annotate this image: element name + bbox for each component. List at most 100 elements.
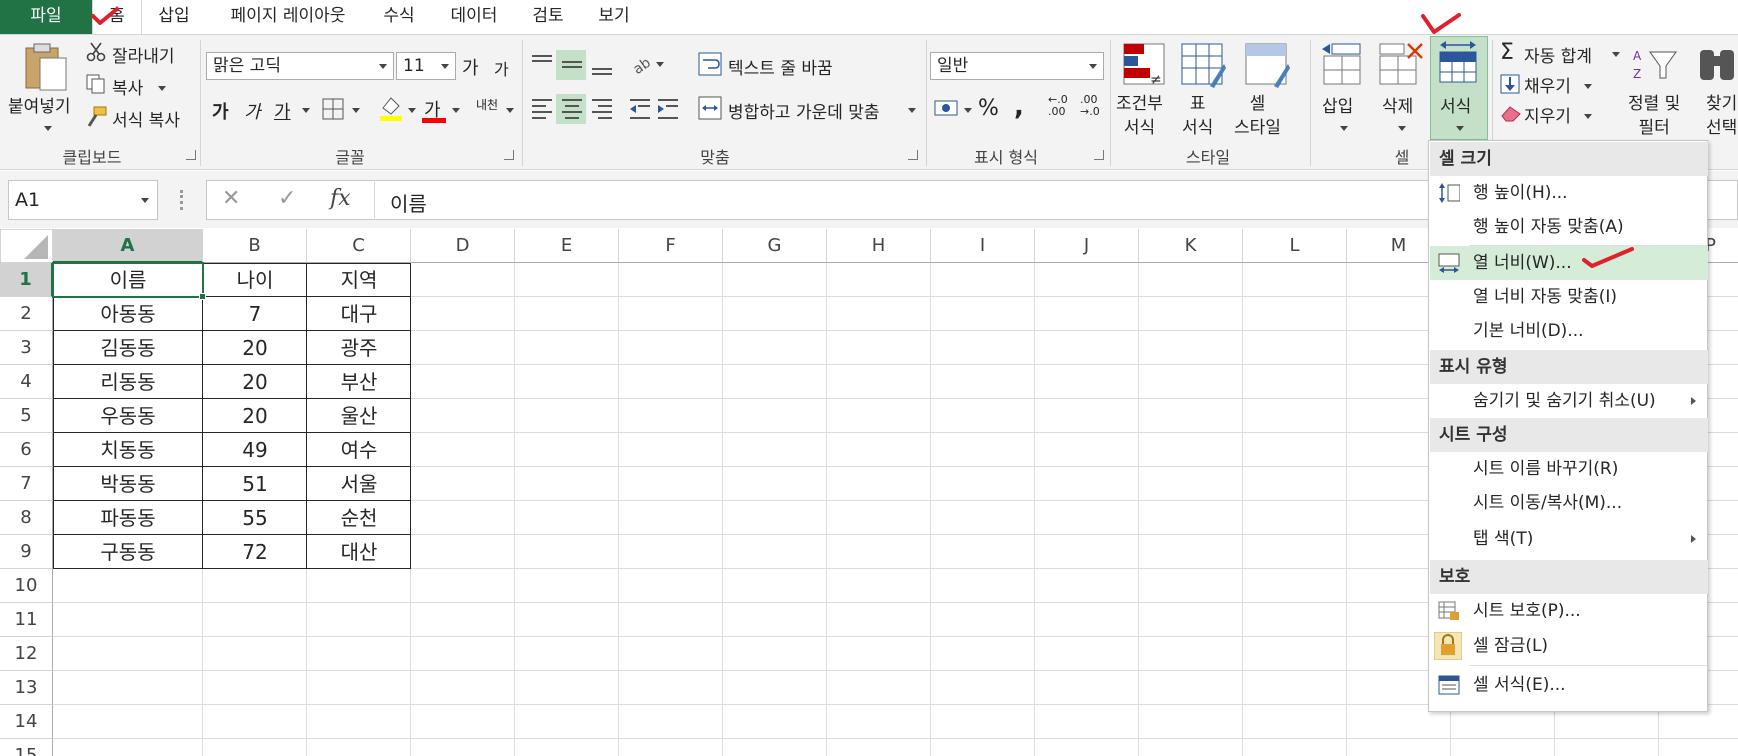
font-name-combo[interactable]: 맑은 고딕 — [206, 52, 394, 80]
fill-color-dropdown-icon[interactable] — [408, 108, 416, 113]
format-painter-button[interactable]: 서식 복사 — [112, 106, 180, 131]
clear-button[interactable]: 지우기 — [1524, 102, 1571, 127]
table-cell[interactable]: 여수 — [307, 433, 411, 467]
row-header[interactable]: 1 — [0, 263, 53, 297]
column-header[interactable]: H — [827, 229, 931, 263]
table-cell[interactable]: 광주 — [307, 331, 411, 365]
column-header[interactable]: C — [307, 229, 411, 263]
table-cell[interactable]: 55 — [203, 501, 307, 535]
table-cell[interactable]: 아동동 — [53, 297, 203, 331]
number-launcher-icon[interactable] — [1094, 150, 1104, 160]
insert-function-icon[interactable]: fx — [330, 186, 351, 211]
menu-rename-sheet[interactable]: 시트 이름 바꾸기(R) — [1430, 452, 1708, 486]
tab-data[interactable]: 데이터 — [440, 0, 508, 34]
table-cell[interactable]: 서울 — [307, 467, 411, 501]
clear-dropdown-icon[interactable] — [1584, 114, 1592, 119]
menu-autofit-row[interactable]: 행 높이 자동 맞춤(A) — [1430, 210, 1708, 244]
borders-dropdown-icon[interactable] — [352, 108, 360, 113]
comma-button[interactable]: , — [1014, 92, 1024, 122]
sort-filter-button[interactable]: 정렬 및 필터 — [1628, 92, 1680, 140]
format-cells-dropdown-icon[interactable] — [1456, 126, 1464, 131]
menu-lock-cell[interactable]: 셀 잠금(L) — [1430, 629, 1708, 663]
column-header[interactable]: I — [931, 229, 1035, 263]
tab-file[interactable]: 파일 — [0, 0, 92, 34]
row-header[interactable]: 2 — [0, 297, 53, 331]
cancel-icon[interactable]: ✕ — [222, 186, 240, 211]
tab-formulas[interactable]: 수식 — [374, 0, 424, 34]
paste-label[interactable]: 붙여넣기 — [8, 92, 71, 117]
enter-icon[interactable]: ✓ — [278, 186, 296, 211]
table-cell[interactable]: 49 — [203, 433, 307, 467]
table-cell[interactable]: 부산 — [307, 365, 411, 399]
menu-autofit-column[interactable]: 열 너비 자동 맞춤(I) — [1430, 280, 1708, 314]
formula-bar-splitter[interactable] — [180, 190, 183, 210]
table-cell[interactable]: 우동동 — [53, 399, 203, 433]
fill-handle[interactable] — [199, 293, 206, 300]
row-header[interactable]: 4 — [0, 365, 53, 399]
row-header[interactable]: 3 — [0, 331, 53, 365]
table-cell[interactable]: 나이 — [203, 263, 307, 297]
delete-cells-dropdown-icon[interactable] — [1398, 126, 1406, 131]
column-header[interactable]: A — [53, 229, 203, 263]
table-cell[interactable]: 20 — [203, 399, 307, 433]
menu-format-cells[interactable]: 셀 서식(E)... — [1430, 668, 1708, 702]
menu-hide-unhide[interactable]: 숨기기 및 숨기기 취소(U) — [1430, 384, 1708, 418]
row-header[interactable]: 10 — [0, 569, 53, 603]
merge-dropdown-icon[interactable] — [908, 108, 916, 113]
fill-color-icon[interactable] — [378, 94, 404, 122]
column-header[interactable]: G — [723, 229, 827, 263]
grow-font-button[interactable]: 가 — [462, 54, 479, 80]
alignment-launcher-icon[interactable] — [908, 150, 918, 160]
column-header[interactable]: J — [1035, 229, 1139, 263]
horizontal-align-icons[interactable] — [530, 96, 680, 122]
font-launcher-icon[interactable] — [504, 150, 514, 160]
menu-move-copy-sheet[interactable]: 시트 이동/복사(M)... — [1430, 486, 1708, 520]
menu-tab-color[interactable]: 탭 색(T) — [1430, 522, 1708, 556]
font-color-dropdown-icon[interactable] — [452, 108, 460, 113]
autosum-dropdown-icon[interactable] — [1612, 52, 1620, 57]
underline-dropdown-icon[interactable] — [302, 108, 310, 113]
table-cell[interactable]: 울산 — [307, 399, 411, 433]
table-cell[interactable]: 20 — [203, 365, 307, 399]
table-cell[interactable]: 치동동 — [53, 433, 203, 467]
row-header[interactable]: 7 — [0, 467, 53, 501]
phonetic-dropdown-icon[interactable] — [506, 108, 514, 113]
row-header[interactable]: 14 — [0, 705, 53, 739]
row-header[interactable]: 5 — [0, 399, 53, 433]
font-size-combo[interactable]: 11 — [396, 52, 456, 80]
column-header[interactable]: D — [411, 229, 515, 263]
italic-button[interactable]: 가 — [244, 98, 261, 124]
paste-icon[interactable] — [22, 42, 70, 92]
vertical-align-icons[interactable] — [530, 52, 620, 78]
percent-button[interactable]: % — [978, 96, 999, 121]
insert-cells-button[interactable]: 삽입 — [1322, 92, 1353, 117]
tab-view[interactable]: 보기 — [588, 0, 640, 34]
paste-dropdown-icon[interactable] — [44, 126, 52, 131]
column-header[interactable]: L — [1243, 229, 1347, 263]
tab-page-layout[interactable]: 페이지 레이아웃 — [216, 0, 360, 34]
select-all-corner[interactable] — [0, 229, 53, 263]
table-cell[interactable]: 대구 — [307, 297, 411, 331]
name-box-dropdown-icon[interactable] — [141, 198, 149, 203]
autosum-button[interactable]: 자동 합계 — [1524, 42, 1592, 67]
tab-insert[interactable]: 삽입 — [148, 0, 200, 34]
table-cell[interactable]: 순천 — [307, 501, 411, 535]
table-cell[interactable]: 리동동 — [53, 365, 203, 399]
delete-cells-button[interactable]: 삭제 — [1382, 92, 1413, 117]
table-cell[interactable]: 대산 — [307, 535, 411, 569]
table-cell[interactable]: 7 — [203, 297, 307, 331]
table-cell[interactable]: 지역 — [307, 263, 411, 297]
wrap-text-button[interactable]: 텍스트 줄 바꿈 — [728, 54, 833, 79]
copy-button[interactable]: 복사 — [112, 74, 143, 99]
format-cells-button[interactable]: 서식 — [1440, 92, 1471, 117]
row-header[interactable]: 12 — [0, 637, 53, 671]
currency-dropdown-icon[interactable] — [964, 108, 972, 113]
conditional-format-button[interactable]: 조건부 서식 — [1116, 92, 1163, 140]
menu-protect-sheet[interactable]: 시트 보호(P)... — [1430, 594, 1708, 628]
row-header[interactable]: 8 — [0, 501, 53, 535]
table-cell[interactable]: 51 — [203, 467, 307, 501]
name-box[interactable]: A1 — [8, 180, 158, 220]
orientation-icon[interactable]: ab — [630, 50, 666, 78]
tab-review[interactable]: 검토 — [522, 0, 574, 34]
number-format-combo[interactable]: 일반 — [930, 52, 1104, 80]
